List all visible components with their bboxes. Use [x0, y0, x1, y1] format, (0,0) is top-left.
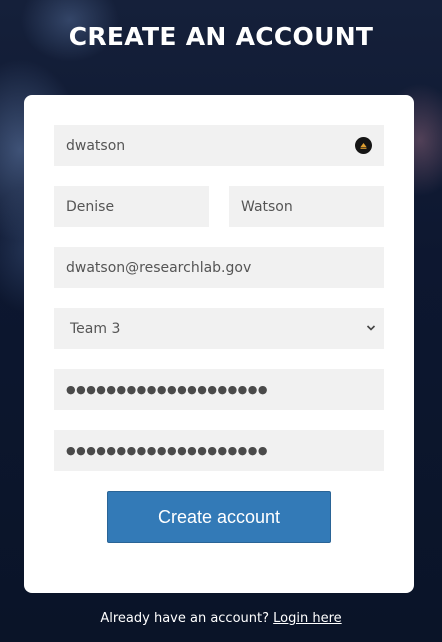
password-mask: ●●●●●●●●●●●●●●●●●●●●	[66, 383, 268, 396]
password-manager-icon[interactable]	[355, 137, 372, 154]
chevron-down-icon	[366, 325, 376, 331]
first-name-field[interactable]: Denise	[54, 186, 209, 227]
last-name-field[interactable]: Watson	[229, 186, 384, 227]
team-select[interactable]: Team 3	[54, 308, 384, 349]
confirm-password-field[interactable]: ●●●●●●●●●●●●●●●●●●●●	[54, 430, 384, 471]
email-field[interactable]: dwatson@researchlab.gov	[54, 247, 384, 288]
confirm-password-mask: ●●●●●●●●●●●●●●●●●●●●	[66, 444, 268, 457]
last-name-value: Watson	[241, 198, 293, 215]
login-link[interactable]: Login here	[273, 611, 342, 626]
username-field[interactable]: dwatson	[54, 125, 384, 166]
page-title: CREATE AN ACCOUNT	[68, 22, 374, 51]
team-select-value: Team 3	[70, 320, 121, 337]
login-prompt-text: Already have an account?	[100, 611, 270, 626]
login-prompt: Already have an account? Login here	[0, 611, 442, 626]
first-name-value: Denise	[66, 198, 115, 215]
signup-card: dwatson Denise Watson dwatson@researchla…	[24, 95, 414, 593]
email-value: dwatson@researchlab.gov	[66, 259, 252, 276]
password-field[interactable]: ●●●●●●●●●●●●●●●●●●●●	[54, 369, 384, 410]
create-account-button[interactable]: Create account	[107, 491, 331, 543]
username-value: dwatson	[66, 137, 126, 154]
